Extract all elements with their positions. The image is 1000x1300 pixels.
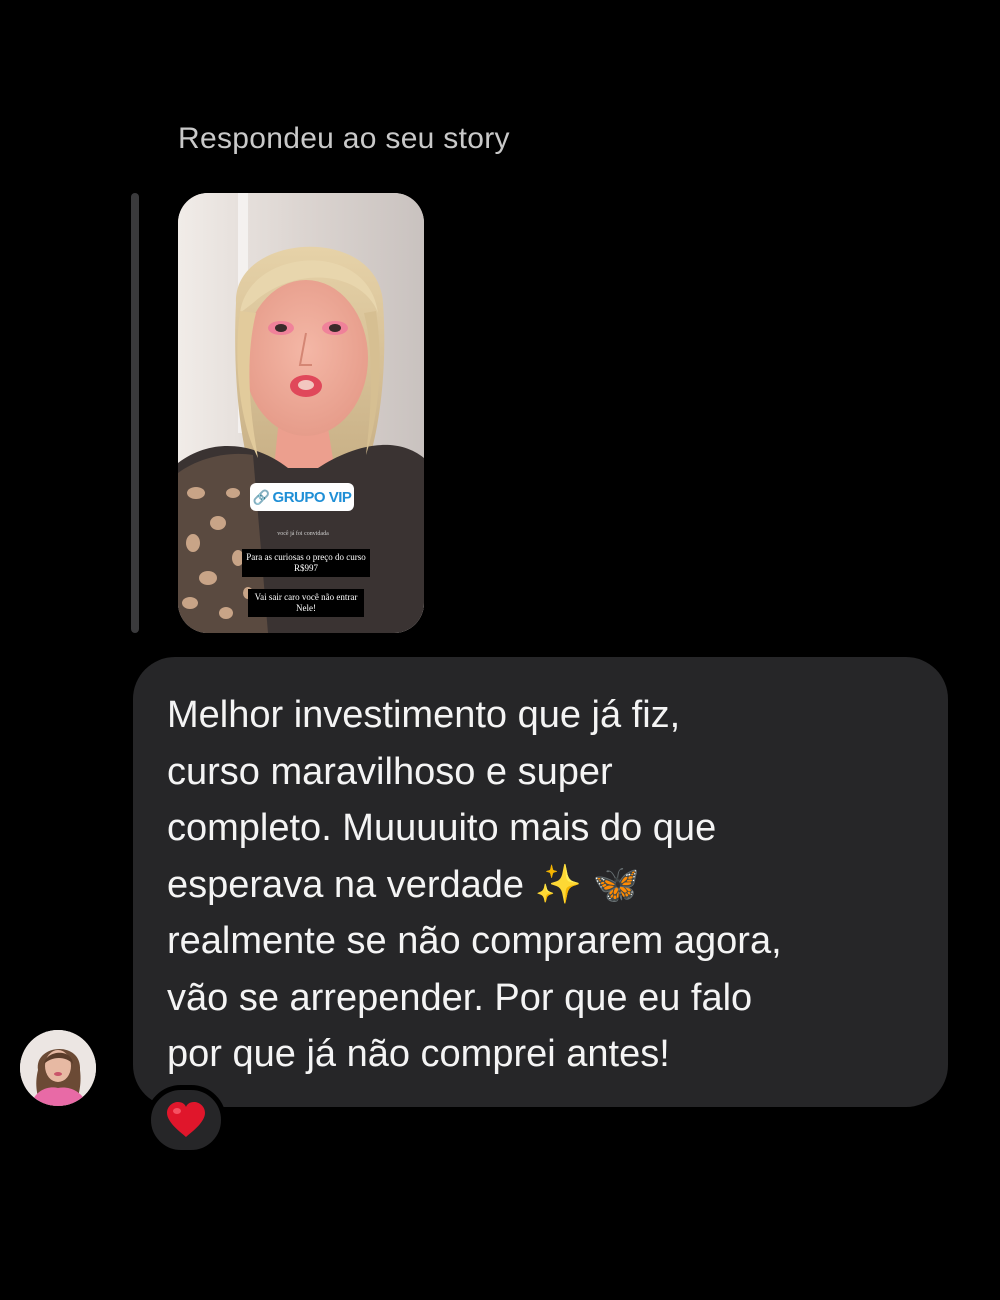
story-caption-cta: Vai sair caro você não entrar Nele! — [248, 589, 364, 617]
message-bubble[interactable]: Melhor investimento que já fiz, curso ma… — [133, 657, 948, 1107]
story-small-text: você já foi convidada — [277, 531, 329, 537]
reply-label: Respondeu ao seu story — [178, 122, 510, 155]
profile-photo — [20, 1030, 96, 1106]
quote-bar — [131, 193, 139, 633]
avatar[interactable] — [20, 1030, 96, 1106]
message-text: Melhor investimento que já fiz, curso ma… — [167, 694, 782, 1075]
vip-sticker-label: GRUPO VIP — [272, 488, 352, 506]
link-icon: 🔗 — [252, 488, 270, 505]
story-caption-price: Para as curiosas o preço do curso R$997 — [242, 549, 370, 577]
reaction-badge[interactable] — [146, 1085, 226, 1155]
red-heart-icon — [167, 1102, 205, 1137]
vip-link-sticker[interactable]: 🔗 GRUPO VIP — [250, 483, 354, 511]
story-thumbnail[interactable]: 🔗 GRUPO VIP você já foi convidada Para a… — [178, 193, 424, 633]
